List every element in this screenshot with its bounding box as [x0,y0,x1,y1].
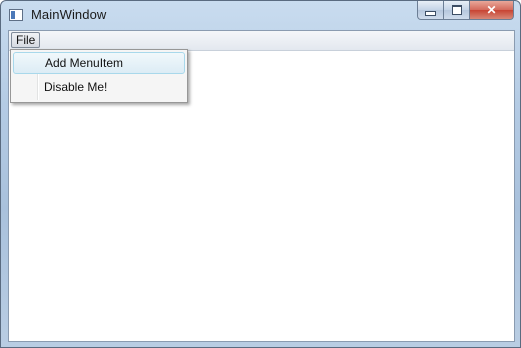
file-menu-dropdown: Add MenuItem Disable Me! [10,49,188,103]
minimize-icon [425,10,436,16]
menu-file[interactable]: File [11,32,41,48]
maximize-icon [451,5,462,15]
client-area: File Add MenuItem Disable Me! [8,30,515,342]
minimize-button[interactable] [417,1,444,20]
menu-item-disable-me[interactable]: Disable Me! [13,76,185,98]
close-button[interactable]: ✕ [470,1,514,20]
menu-item-add-menuitem[interactable]: Add MenuItem [13,52,185,74]
window-title: MainWindow [31,7,107,22]
maximize-button[interactable] [444,1,470,20]
close-icon: ✕ [486,3,497,17]
menu-bar: File [9,31,514,51]
app-icon[interactable] [9,9,23,21]
main-window: MainWindow ✕ File Add MenuItem Disable M… [0,0,521,348]
window-controls: ✕ [417,1,514,20]
title-bar[interactable]: MainWindow ✕ [1,1,520,31]
